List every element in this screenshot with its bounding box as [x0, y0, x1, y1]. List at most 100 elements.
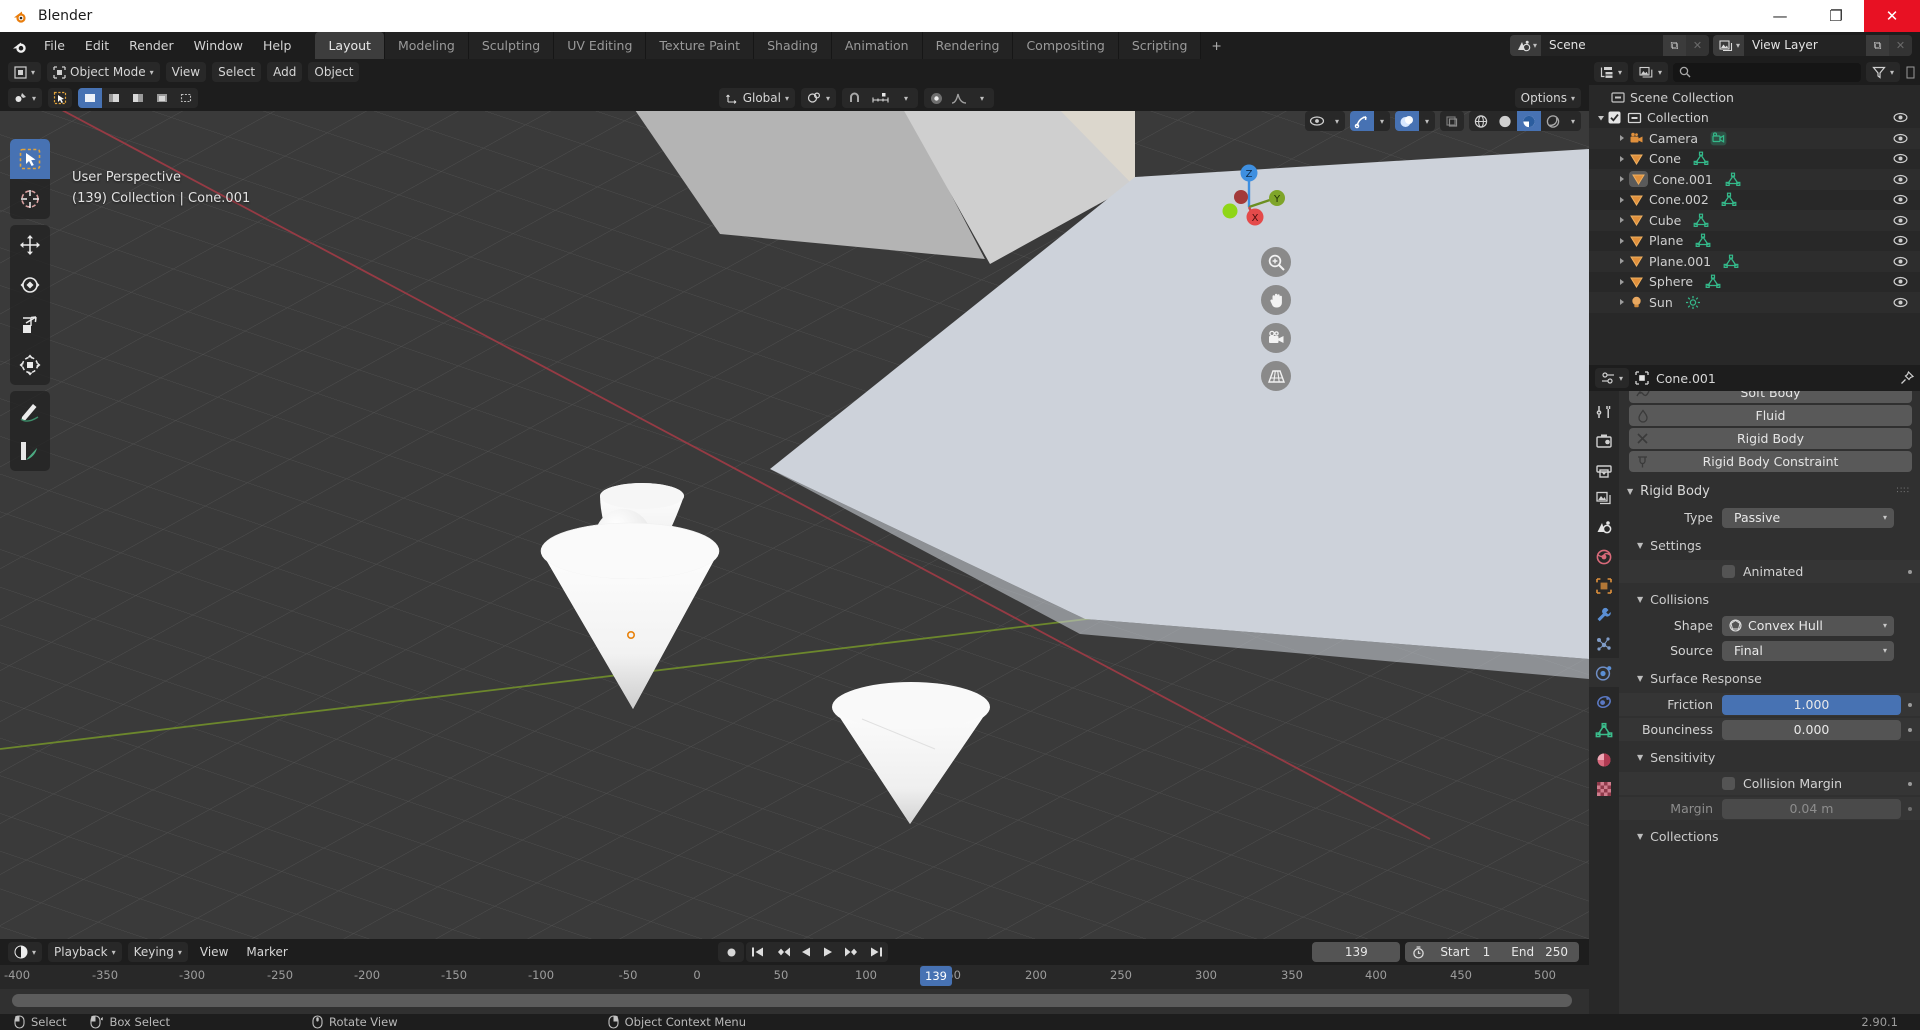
disclosure-arrow-icon[interactable] — [1616, 134, 1627, 142]
workspace-tab-modeling[interactable]: Modeling — [383, 32, 468, 59]
snap-magnet-icon[interactable] — [842, 88, 866, 108]
next-keyframe-icon[interactable] — [839, 942, 866, 962]
tab-tool[interactable] — [1589, 397, 1619, 426]
outliner-search-input[interactable] — [1673, 62, 1861, 82]
viewport-menu-add[interactable]: Add — [267, 62, 303, 82]
workspace-tab-scripting[interactable]: Scripting — [1117, 32, 1201, 59]
disclosure-arrow-icon[interactable] — [1616, 278, 1627, 286]
mesh-data-icon[interactable] — [1721, 192, 1737, 207]
hide-in-viewport-icon[interactable] — [1893, 275, 1908, 288]
mesh-data-icon[interactable] — [1723, 254, 1739, 269]
select-extend-icon[interactable] — [102, 88, 126, 108]
visibility-dropdown-icon[interactable]: ▾ — [1329, 111, 1345, 131]
bounciness-animate-dot[interactable] — [1908, 727, 1912, 732]
falloff-dropdown-icon[interactable]: ▾ — [970, 88, 994, 108]
remove-view-layer-icon[interactable]: ✕ — [1889, 35, 1912, 56]
material-preview-icon[interactable] — [1517, 111, 1541, 131]
blender-menu-icon[interactable] — [8, 35, 34, 57]
properties-panel-body[interactable]: Soft Body Fluid Rigid Body Rigid Body Co… — [1619, 391, 1920, 1014]
solid-shading-icon[interactable] — [1493, 111, 1517, 131]
timeline-scroll-row[interactable] — [0, 989, 1589, 1014]
falloff-curve-icon[interactable] — [948, 88, 970, 108]
mesh-data-icon[interactable] — [1705, 274, 1721, 289]
viewport-options-button[interactable]: Options ▾ — [1514, 88, 1581, 108]
tab-modifiers[interactable] — [1589, 600, 1619, 629]
type-dropdown[interactable]: Passive ▾ — [1722, 507, 1894, 528]
panel-header-surface-response[interactable]: ▼ Surface Response — [1619, 664, 1920, 691]
collection-checkbox[interactable] — [1608, 111, 1621, 124]
editor-type-button[interactable]: ▾ — [8, 62, 42, 82]
workspace-tab-texture-paint[interactable]: Texture Paint — [645, 32, 754, 59]
menu-file[interactable]: File — [34, 35, 75, 57]
tab-view-layer[interactable] — [1589, 484, 1619, 513]
pan-hand-icon[interactable] — [1261, 285, 1291, 315]
outliner-tree[interactable]: Scene Collection Collection Camera Cone Con… — [1589, 85, 1920, 313]
physics-button-rigid-body-constraint[interactable]: Rigid Body Constraint — [1629, 451, 1912, 472]
jump-end-icon[interactable] — [865, 942, 889, 962]
new-view-layer-icon[interactable]: ⧉ — [1866, 35, 1889, 56]
outliner-row-cone-002[interactable]: Cone.002 — [1589, 190, 1920, 211]
tab-material[interactable] — [1589, 745, 1619, 774]
disclosure-arrow-icon[interactable] — [1616, 237, 1627, 245]
hide-in-viewport-icon[interactable] — [1893, 214, 1908, 227]
outliner-display-mode-icon[interactable]: ▾ — [1633, 62, 1669, 82]
maximize-button[interactable]: ❐ — [1808, 0, 1864, 32]
tab-render[interactable] — [1589, 426, 1619, 455]
mesh-data-icon[interactable] — [1695, 233, 1711, 248]
record-icon[interactable] — [718, 942, 745, 962]
disclosure-arrow-icon[interactable] — [1616, 175, 1627, 183]
outliner-editor-type-icon[interactable]: ▾ — [1594, 62, 1629, 82]
transform-tool[interactable] — [10, 345, 50, 385]
outliner-row-sphere[interactable]: Sphere — [1589, 272, 1920, 293]
hide-in-viewport-icon[interactable] — [1893, 296, 1908, 309]
outliner-editor[interactable]: ▾ ▾ ▾ Scene Collection Collection Camera… — [1589, 59, 1920, 365]
outliner-restrict-toggles-icon[interactable] — [1905, 66, 1915, 79]
3d-viewport[interactable]: ▾ Object Mode ▾ View Select Add Object ▾ — [0, 59, 1589, 939]
hide-in-viewport-icon[interactable] — [1893, 132, 1908, 145]
disclosure-arrow-icon[interactable] — [1616, 298, 1627, 306]
disclosure-arrow-icon[interactable] — [1616, 155, 1627, 163]
panel-header-sensitivity[interactable]: ▼ Sensitivity — [1619, 743, 1920, 770]
gizmo-group[interactable]: ▾ — [1350, 111, 1390, 131]
prev-keyframe-icon[interactable] — [769, 942, 796, 962]
select-subtract-icon[interactable] — [126, 88, 150, 108]
rendered-shading-icon[interactable] — [1541, 111, 1565, 131]
zoom-icon[interactable] — [1261, 247, 1291, 277]
toggle-xray-icon[interactable] — [1440, 111, 1464, 131]
tab-world[interactable] — [1589, 542, 1619, 571]
snap-pivot-selector[interactable]: ▾ — [800, 88, 836, 108]
disclosure-arrow-icon[interactable] — [1616, 216, 1627, 224]
tweak-select-icon[interactable] — [48, 88, 72, 108]
hide-in-viewport-icon[interactable] — [1893, 193, 1908, 206]
xray-group[interactable] — [1440, 111, 1464, 131]
margin-field[interactable]: 0.04 m — [1722, 798, 1901, 819]
unlink-scene-icon[interactable]: ✕ — [1685, 35, 1709, 56]
shading-mode-group[interactable]: ▾ — [1469, 111, 1581, 131]
friction-slider[interactable]: 1.000 — [1722, 694, 1901, 715]
scale-tool[interactable] — [10, 305, 50, 345]
workspace-tab-sculpting[interactable]: Sculpting — [467, 32, 554, 59]
proportional-edit-icon[interactable] — [924, 88, 948, 108]
camera-data-icon[interactable] — [1710, 131, 1727, 146]
outliner-row-cone[interactable]: Cone — [1589, 149, 1920, 170]
snap-increment-icon[interactable] — [866, 88, 894, 108]
pin-id-icon[interactable] — [1900, 371, 1914, 385]
hide-in-viewport-icon[interactable] — [1893, 173, 1908, 186]
active-tool-icon[interactable]: ▾ — [8, 88, 43, 108]
timeline-playback-menu[interactable]: Playback ▾ — [48, 942, 122, 962]
view-layer-browse-icon[interactable]: ▾ — [1712, 35, 1744, 56]
select-invert-icon[interactable] — [150, 88, 174, 108]
use-preview-range-icon[interactable] — [1405, 942, 1431, 962]
shape-dropdown[interactable]: Convex Hull ▾ — [1722, 615, 1894, 636]
gizmo-dropdown-icon[interactable]: ▾ — [1374, 111, 1390, 131]
select-intersect-icon[interactable] — [174, 88, 198, 108]
view-layer-name[interactable]: View Layer — [1744, 35, 1866, 56]
properties-editor[interactable]: ▾ Cone.001 Soft Body Fluid Rigid Body Ri… — [1589, 365, 1920, 1014]
proportional-edit-group[interactable]: ▾ — [924, 88, 994, 108]
light-data-icon[interactable] — [1685, 295, 1701, 310]
properties-editor-type-icon[interactable]: ▾ — [1595, 368, 1630, 388]
view-axis-gizmo[interactable]: Z Y X — [1209, 151, 1289, 231]
outliner-row-camera[interactable]: Camera — [1589, 128, 1920, 149]
outliner-row-cone-001[interactable]: Cone.001 — [1589, 169, 1920, 190]
rotate-tool[interactable] — [10, 265, 50, 305]
